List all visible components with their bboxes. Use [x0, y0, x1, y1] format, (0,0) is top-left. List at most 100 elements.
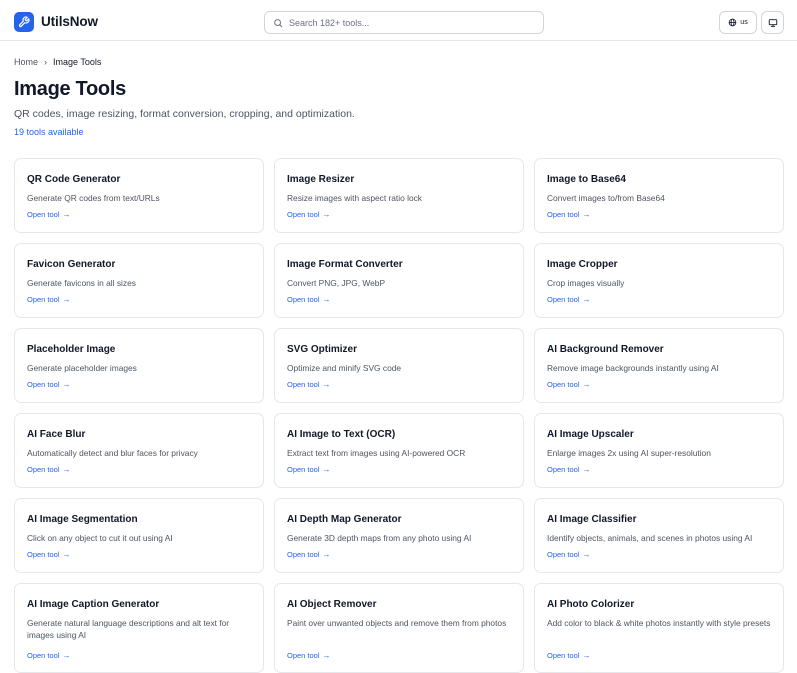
card-description: Paint over unwanted objects and remove t… [287, 618, 507, 628]
card-title: AI Image to Text (OCR) [287, 429, 396, 440]
tool-count: 19 tools available [14, 127, 84, 137]
link-label: Open tool [547, 550, 580, 559]
arrow-right-icon: → [322, 651, 331, 660]
open-tool-link[interactable]: Open tool → [547, 210, 591, 219]
open-tool-link[interactable]: Open tool → [547, 550, 591, 559]
tool-card[interactable]: Favicon Generator Generate favicons in a… [14, 243, 264, 318]
link-label: Open tool [547, 651, 580, 660]
open-tool-link[interactable]: Open tool → [547, 651, 591, 660]
tool-card[interactable]: SVG Optimizer Optimize and minify SVG co… [274, 328, 524, 403]
card-description: Crop images visually [547, 278, 625, 288]
open-tool-link[interactable]: Open tool → [287, 550, 331, 559]
tool-card[interactable]: QR Code Generator Generate QR codes from… [14, 158, 264, 233]
search-icon [274, 18, 283, 27]
arrow-right-icon: → [62, 210, 71, 219]
card-title: Placeholder Image [27, 344, 116, 355]
open-tool-link[interactable]: Open tool → [287, 380, 331, 389]
arrow-right-icon: → [582, 295, 591, 304]
tool-card[interactable]: AI Image Segmentation Click on any objec… [14, 498, 264, 573]
tool-card[interactable]: AI Image Upscaler Enlarge images 2x usin… [534, 413, 784, 488]
arrow-right-icon: → [322, 465, 331, 474]
logo-icon[interactable] [14, 12, 34, 32]
arrow-right-icon: → [322, 380, 331, 389]
tool-card[interactable]: AI Depth Map Generator Generate 3D depth… [274, 498, 524, 573]
link-label: Open tool [287, 380, 320, 389]
link-label: Open tool [27, 210, 60, 219]
open-tool-link[interactable]: Open tool → [27, 651, 71, 660]
display-mode-button[interactable] [761, 11, 784, 34]
link-label: Open tool [287, 295, 320, 304]
card-description: Identify objects, animals, and scenes in… [547, 533, 753, 543]
language-label: us [740, 19, 748, 26]
link-label: Open tool [27, 651, 60, 660]
link-label: Open tool [287, 651, 320, 660]
tool-card[interactable]: AI Face Blur Automatically detect and bl… [14, 413, 264, 488]
arrow-right-icon: → [322, 210, 331, 219]
card-title: AI Image Classifier [547, 514, 637, 525]
open-tool-link[interactable]: Open tool → [27, 465, 71, 474]
wrench-icon [18, 16, 30, 28]
search-box[interactable] [264, 11, 544, 34]
arrow-right-icon: → [582, 380, 591, 389]
search-input[interactable] [289, 17, 529, 28]
tool-card[interactable]: Placeholder Image Generate placeholder i… [14, 328, 264, 403]
link-label: Open tool [547, 465, 580, 474]
open-tool-link[interactable]: Open tool → [287, 465, 331, 474]
link-label: Open tool [287, 465, 320, 474]
arrow-right-icon: → [582, 465, 591, 474]
tool-card[interactable]: AI Image Caption Generator Generate natu… [14, 583, 264, 673]
card-title: AI Image Caption Generator [27, 599, 160, 610]
card-description: Enlarge images 2x using AI super-resolut… [547, 448, 711, 458]
card-description: Convert images to/from Base64 [547, 193, 665, 203]
card-title: AI Background Remover [547, 344, 664, 355]
link-label: Open tool [27, 465, 60, 474]
tool-card[interactable]: AI Image to Text (OCR) Extract text from… [274, 413, 524, 488]
link-label: Open tool [287, 550, 320, 559]
tool-card[interactable]: AI Image Classifier Identify objects, an… [534, 498, 784, 573]
card-description: Convert PNG, JPG, WebP [287, 278, 386, 288]
arrow-right-icon: → [582, 210, 591, 219]
breadcrumb-home[interactable]: Home [14, 57, 38, 67]
open-tool-link[interactable]: Open tool → [287, 295, 331, 304]
tool-card[interactable]: Image Resizer Resize images with aspect … [274, 158, 524, 233]
open-tool-link[interactable]: Open tool → [547, 465, 591, 474]
tool-card[interactable]: Image Format Converter Convert PNG, JPG,… [274, 243, 524, 318]
open-tool-link[interactable]: Open tool → [287, 651, 331, 660]
open-tool-link[interactable]: Open tool → [27, 210, 71, 219]
globe-icon [729, 18, 737, 27]
chevron-right-icon: › [44, 57, 48, 67]
tool-card[interactable]: Image Cropper Crop images visually Open … [534, 243, 784, 318]
open-tool-link[interactable]: Open tool → [547, 295, 591, 304]
language-button[interactable]: us [719, 11, 757, 34]
link-label: Open tool [27, 295, 60, 304]
card-title: AI Image Upscaler [547, 429, 634, 440]
brand-name[interactable]: UtilsNow [41, 14, 98, 29]
card-title: SVG Optimizer [287, 344, 358, 355]
tool-card[interactable]: AI Object Remover Paint over unwanted ob… [274, 583, 524, 673]
arrow-right-icon: → [62, 651, 71, 660]
tool-card[interactable]: Image to Base64 Convert images to/from B… [534, 158, 784, 233]
card-title: AI Photo Colorizer [547, 599, 635, 610]
open-tool-link[interactable]: Open tool → [287, 210, 331, 219]
arrow-right-icon: → [62, 465, 71, 474]
monitor-icon [768, 18, 777, 27]
open-tool-link[interactable]: Open tool → [27, 550, 71, 559]
tool-card[interactable]: AI Photo Colorizer Add color to black & … [534, 583, 784, 673]
card-title: AI Object Remover [287, 599, 377, 610]
link-label: Open tool [27, 380, 60, 389]
card-title: AI Face Blur [27, 429, 86, 440]
open-tool-link[interactable]: Open tool → [547, 380, 591, 389]
tool-card[interactable]: AI Background Remover Remove image backg… [534, 328, 784, 403]
arrow-right-icon: → [322, 550, 331, 559]
page-title: Image Tools [14, 78, 126, 100]
card-title: QR Code Generator [27, 174, 121, 185]
breadcrumb: Home › Image Tools [14, 57, 101, 67]
arrow-right-icon: → [62, 550, 71, 559]
card-description: Resize images with aspect ratio lock [287, 193, 422, 203]
open-tool-link[interactable]: Open tool → [27, 295, 71, 304]
card-description: Generate QR codes from text/URLs [27, 193, 160, 203]
arrow-right-icon: → [62, 380, 71, 389]
card-description: Generate favicons in all sizes [27, 278, 136, 288]
open-tool-link[interactable]: Open tool → [27, 380, 71, 389]
card-description: Generate placeholder images [27, 363, 137, 373]
